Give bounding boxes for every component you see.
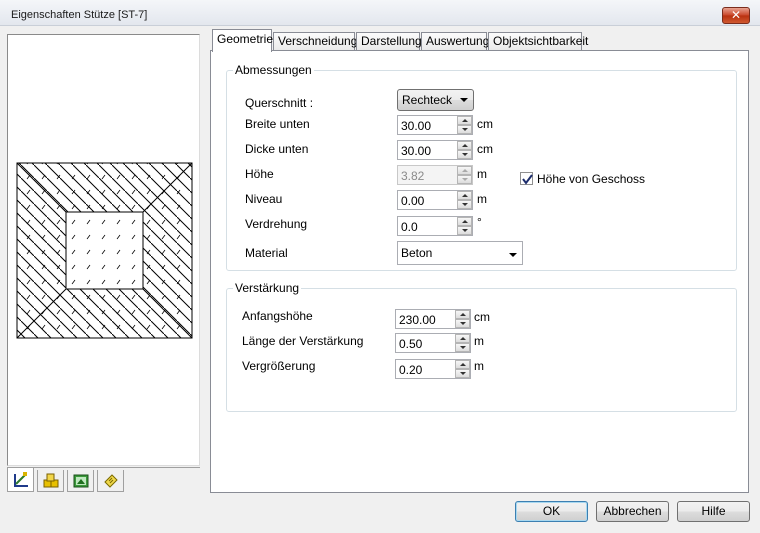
laenge-label: Länge der Verstärkung [242,334,364,348]
anfangshoehe-stepper[interactable] [455,310,470,328]
hoehe-label: Höhe [245,167,274,181]
verdrehung-unit: ° [477,215,482,229]
tab-panel-geometrie: Abmessungen Querschnitt : Rechteck Breit… [210,50,749,493]
spin-down-icon[interactable] [457,226,472,235]
spin-up-icon[interactable] [457,141,472,150]
hoehe-unit: m [477,167,487,181]
spin-up-icon[interactable] [457,191,472,200]
geometry-icon [14,472,28,487]
spin-down-icon[interactable] [455,369,470,378]
spin-up-icon[interactable] [457,217,472,226]
hoehe-stepper [457,166,472,184]
dicke-label: Dicke unten [245,142,309,156]
laenge-input[interactable]: 0.50 [395,333,471,353]
vergroesserung-stepper[interactable] [455,360,470,378]
spin-down-icon[interactable] [457,200,472,209]
objects-icon [43,473,59,488]
ok-button[interactable]: OK [515,501,588,522]
anfangshoehe-label: Anfangshöhe [242,309,313,323]
preview-tab-strip [7,467,200,492]
niveau-stepper[interactable] [457,191,472,209]
vergroesserung-label: Vergrößerung [242,359,316,373]
spin-up-icon[interactable] [455,360,470,369]
dicke-stepper[interactable] [457,141,472,159]
breite-unit: cm [477,117,493,131]
dicke-unit: cm [477,142,493,156]
tab-auswertung[interactable]: Auswertung [421,32,489,51]
anfangshoehe-input[interactable]: 230.00 [395,309,471,329]
breite-input[interactable]: 30.00 [397,115,473,135]
image-icon [73,474,89,488]
querschnitt-value: Rechteck [402,93,453,107]
preview-tab-notes[interactable] [97,470,124,492]
spin-down-icon[interactable] [455,319,470,328]
material-value: Beton [401,246,433,260]
cross-section-preview [7,34,200,466]
vergroesserung-value: 0.20 [399,363,423,377]
tab-geometrie[interactable]: Geometrie [212,29,273,52]
laenge-stepper[interactable] [455,334,470,352]
group-title-verstaerkung: Verstärkung [233,281,302,295]
tab-darstellung[interactable]: Darstellung [356,32,422,51]
preview-tab-geometry[interactable] [7,468,34,492]
dicke-input[interactable]: 30.00 [397,140,473,160]
dicke-value: 30.00 [401,144,432,158]
spin-up-icon[interactable] [455,334,470,343]
notes-icon [104,474,118,488]
help-button[interactable]: Hilfe [677,501,750,522]
anfangshoehe-value: 230.00 [399,313,436,327]
breite-stepper[interactable] [457,116,472,134]
spin-down-icon [457,175,472,184]
querschnitt-label: Querschnitt : [245,96,314,110]
laenge-unit: m [474,334,484,348]
material-label: Material [245,246,288,260]
spin-down-icon[interactable] [455,343,470,352]
querschnitt-dropdown[interactable]: Rechteck [397,89,474,111]
cross-section-drawing [16,162,193,339]
niveau-unit: m [477,192,487,206]
vergroesserung-unit: m [474,359,484,373]
chevron-down-icon [460,98,468,102]
chevron-down-icon[interactable] [509,253,517,257]
spin-up-icon [457,166,472,175]
verdrehung-label: Verdrehung [245,217,308,231]
anfangshoehe-unit: cm [474,310,490,324]
breite-label: Breite unten [245,117,310,131]
close-button[interactable]: ✕ [722,7,750,24]
close-icon: ✕ [730,8,742,22]
niveau-input[interactable]: 0.00 [397,190,473,210]
group-abmessungen: Abmessungen Querschnitt : Rechteck Breit… [226,63,737,271]
preview-tab-image[interactable] [67,470,94,492]
laenge-value: 0.50 [399,337,423,351]
verdrehung-stepper[interactable] [457,217,472,235]
group-title-abmessungen: Abmessungen [233,63,314,77]
hoehe-von-geschoss-checkbox[interactable] [520,172,533,185]
window-title: Eigenschaften Stütze [ST-7] [11,9,148,21]
hoehe-input: 3.82 [397,165,473,185]
hoehe-value: 3.82 [401,169,425,183]
verdrehung-input[interactable]: 0.0 [397,216,473,236]
niveau-label: Niveau [245,192,283,206]
breite-value: 30.00 [401,119,432,133]
tab-objektsichtbarkeit[interactable]: Objektsichtbarkeit [488,32,588,51]
tab-verschneidung[interactable]: Verschneidung [273,32,357,51]
material-dropdown[interactable]: Beton [397,241,523,265]
title-bar: Eigenschaften Stütze [ST-7] ✕ [0,0,760,26]
spin-down-icon[interactable] [457,150,472,159]
checkmark-icon [522,174,533,185]
verdrehung-value: 0.0 [401,220,418,234]
group-verstaerkung: Verstärkung Anfangshöhe 230.00 cm Länge … [226,281,737,412]
preview-tab-objects[interactable] [37,470,64,492]
dialog-client: Geometrie Verschneidung Darstellung Ausw… [0,27,760,533]
vergroesserung-input[interactable]: 0.20 [395,359,471,379]
spin-up-icon[interactable] [455,310,470,319]
spin-up-icon[interactable] [457,116,472,125]
cancel-button[interactable]: Abbrechen [596,501,669,522]
hoehe-von-geschoss-label[interactable]: Höhe von Geschoss [537,172,645,186]
niveau-value: 0.00 [401,194,425,208]
spin-down-icon[interactable] [457,125,472,134]
